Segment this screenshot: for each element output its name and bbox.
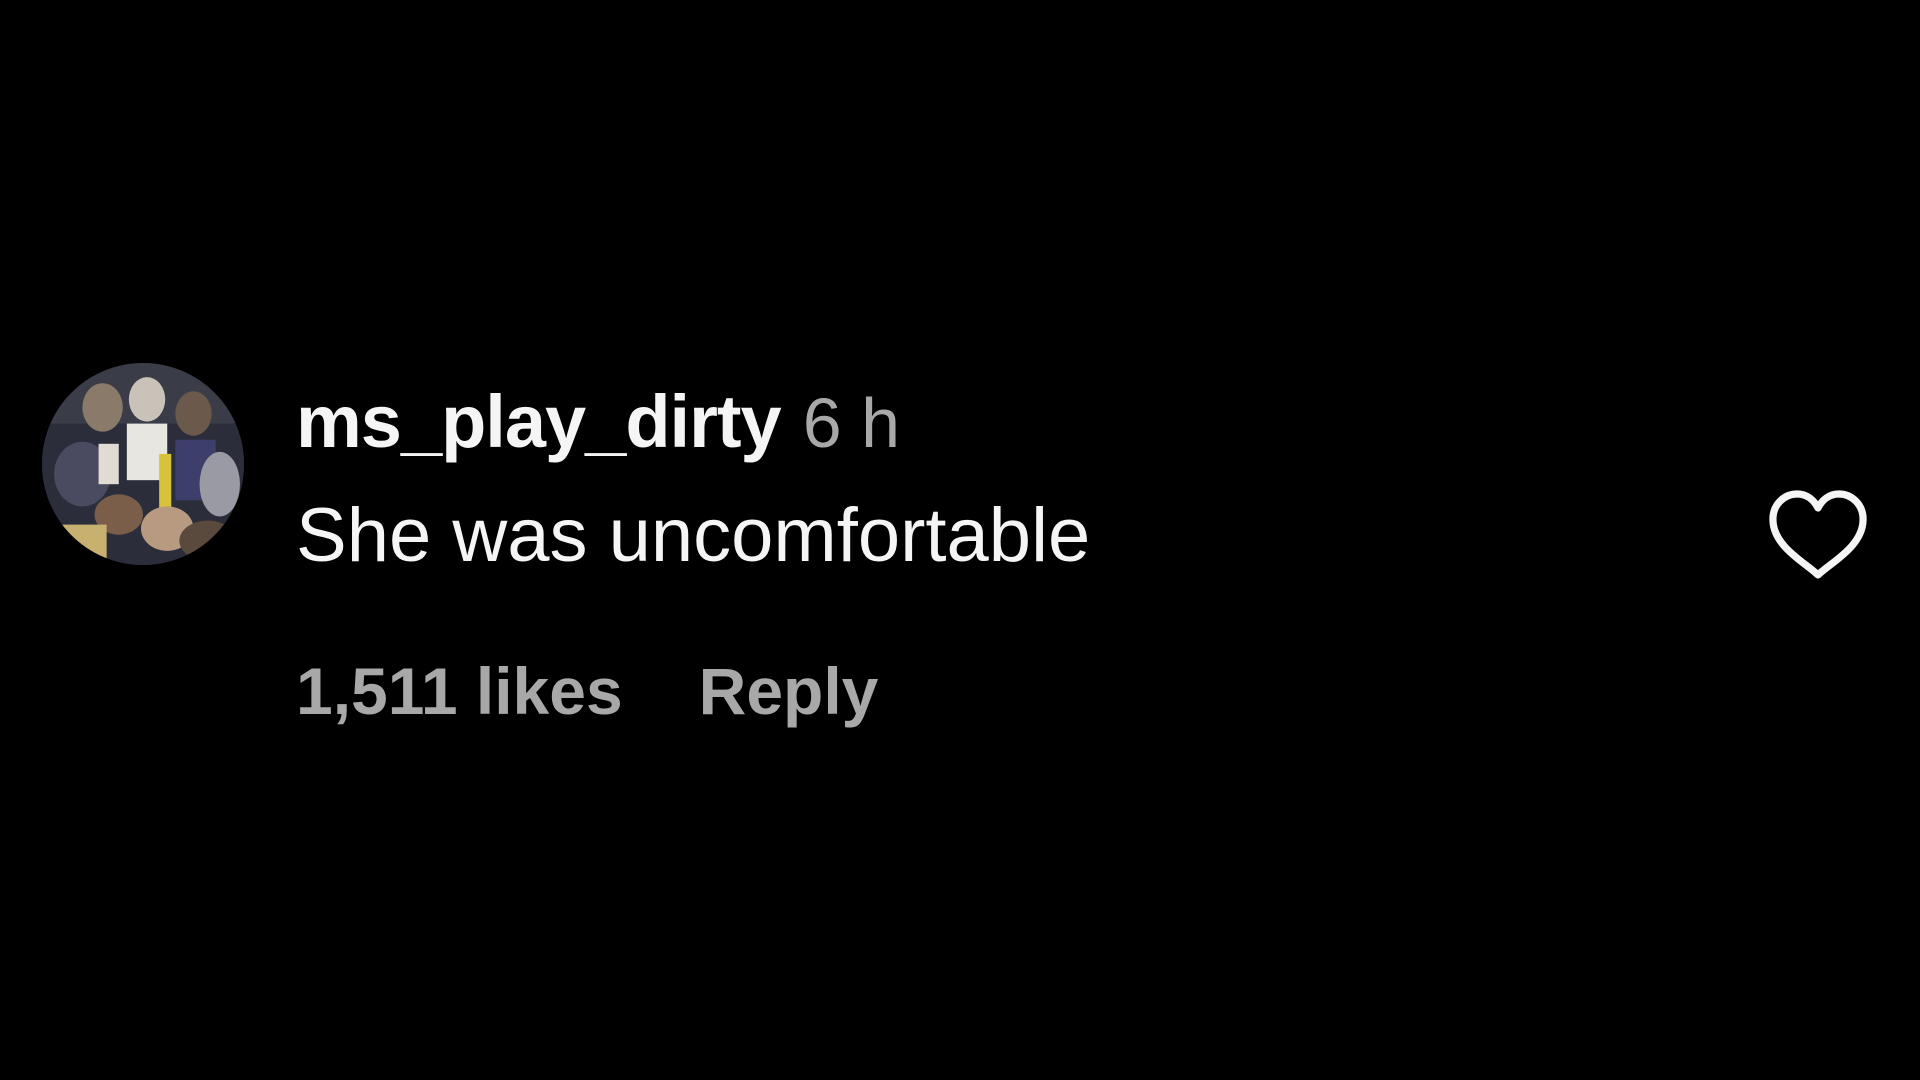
likes-count-link[interactable]: 1,511 likes (296, 654, 623, 728)
avatar[interactable] (42, 363, 244, 565)
comment-item: ms_play_dirty 6 h She was uncomfortable 1… (42, 363, 1878, 743)
reply-button[interactable]: Reply (699, 654, 879, 728)
like-button[interactable] (1766, 487, 1870, 583)
comment-timestamp: 6 h (802, 384, 901, 462)
username-link[interactable]: ms_play_dirty (296, 380, 782, 463)
comment-text: She was uncomfortable (296, 493, 1091, 578)
comment-screen: ms_play_dirty 6 h She was uncomfortable 1… (0, 0, 1920, 1080)
avatar-image (42, 363, 244, 565)
comment-header: ms_play_dirty 6 h (296, 385, 900, 459)
comment-actions: 1,511 likes Reply (296, 658, 878, 724)
heart-outline-icon (1769, 490, 1867, 579)
